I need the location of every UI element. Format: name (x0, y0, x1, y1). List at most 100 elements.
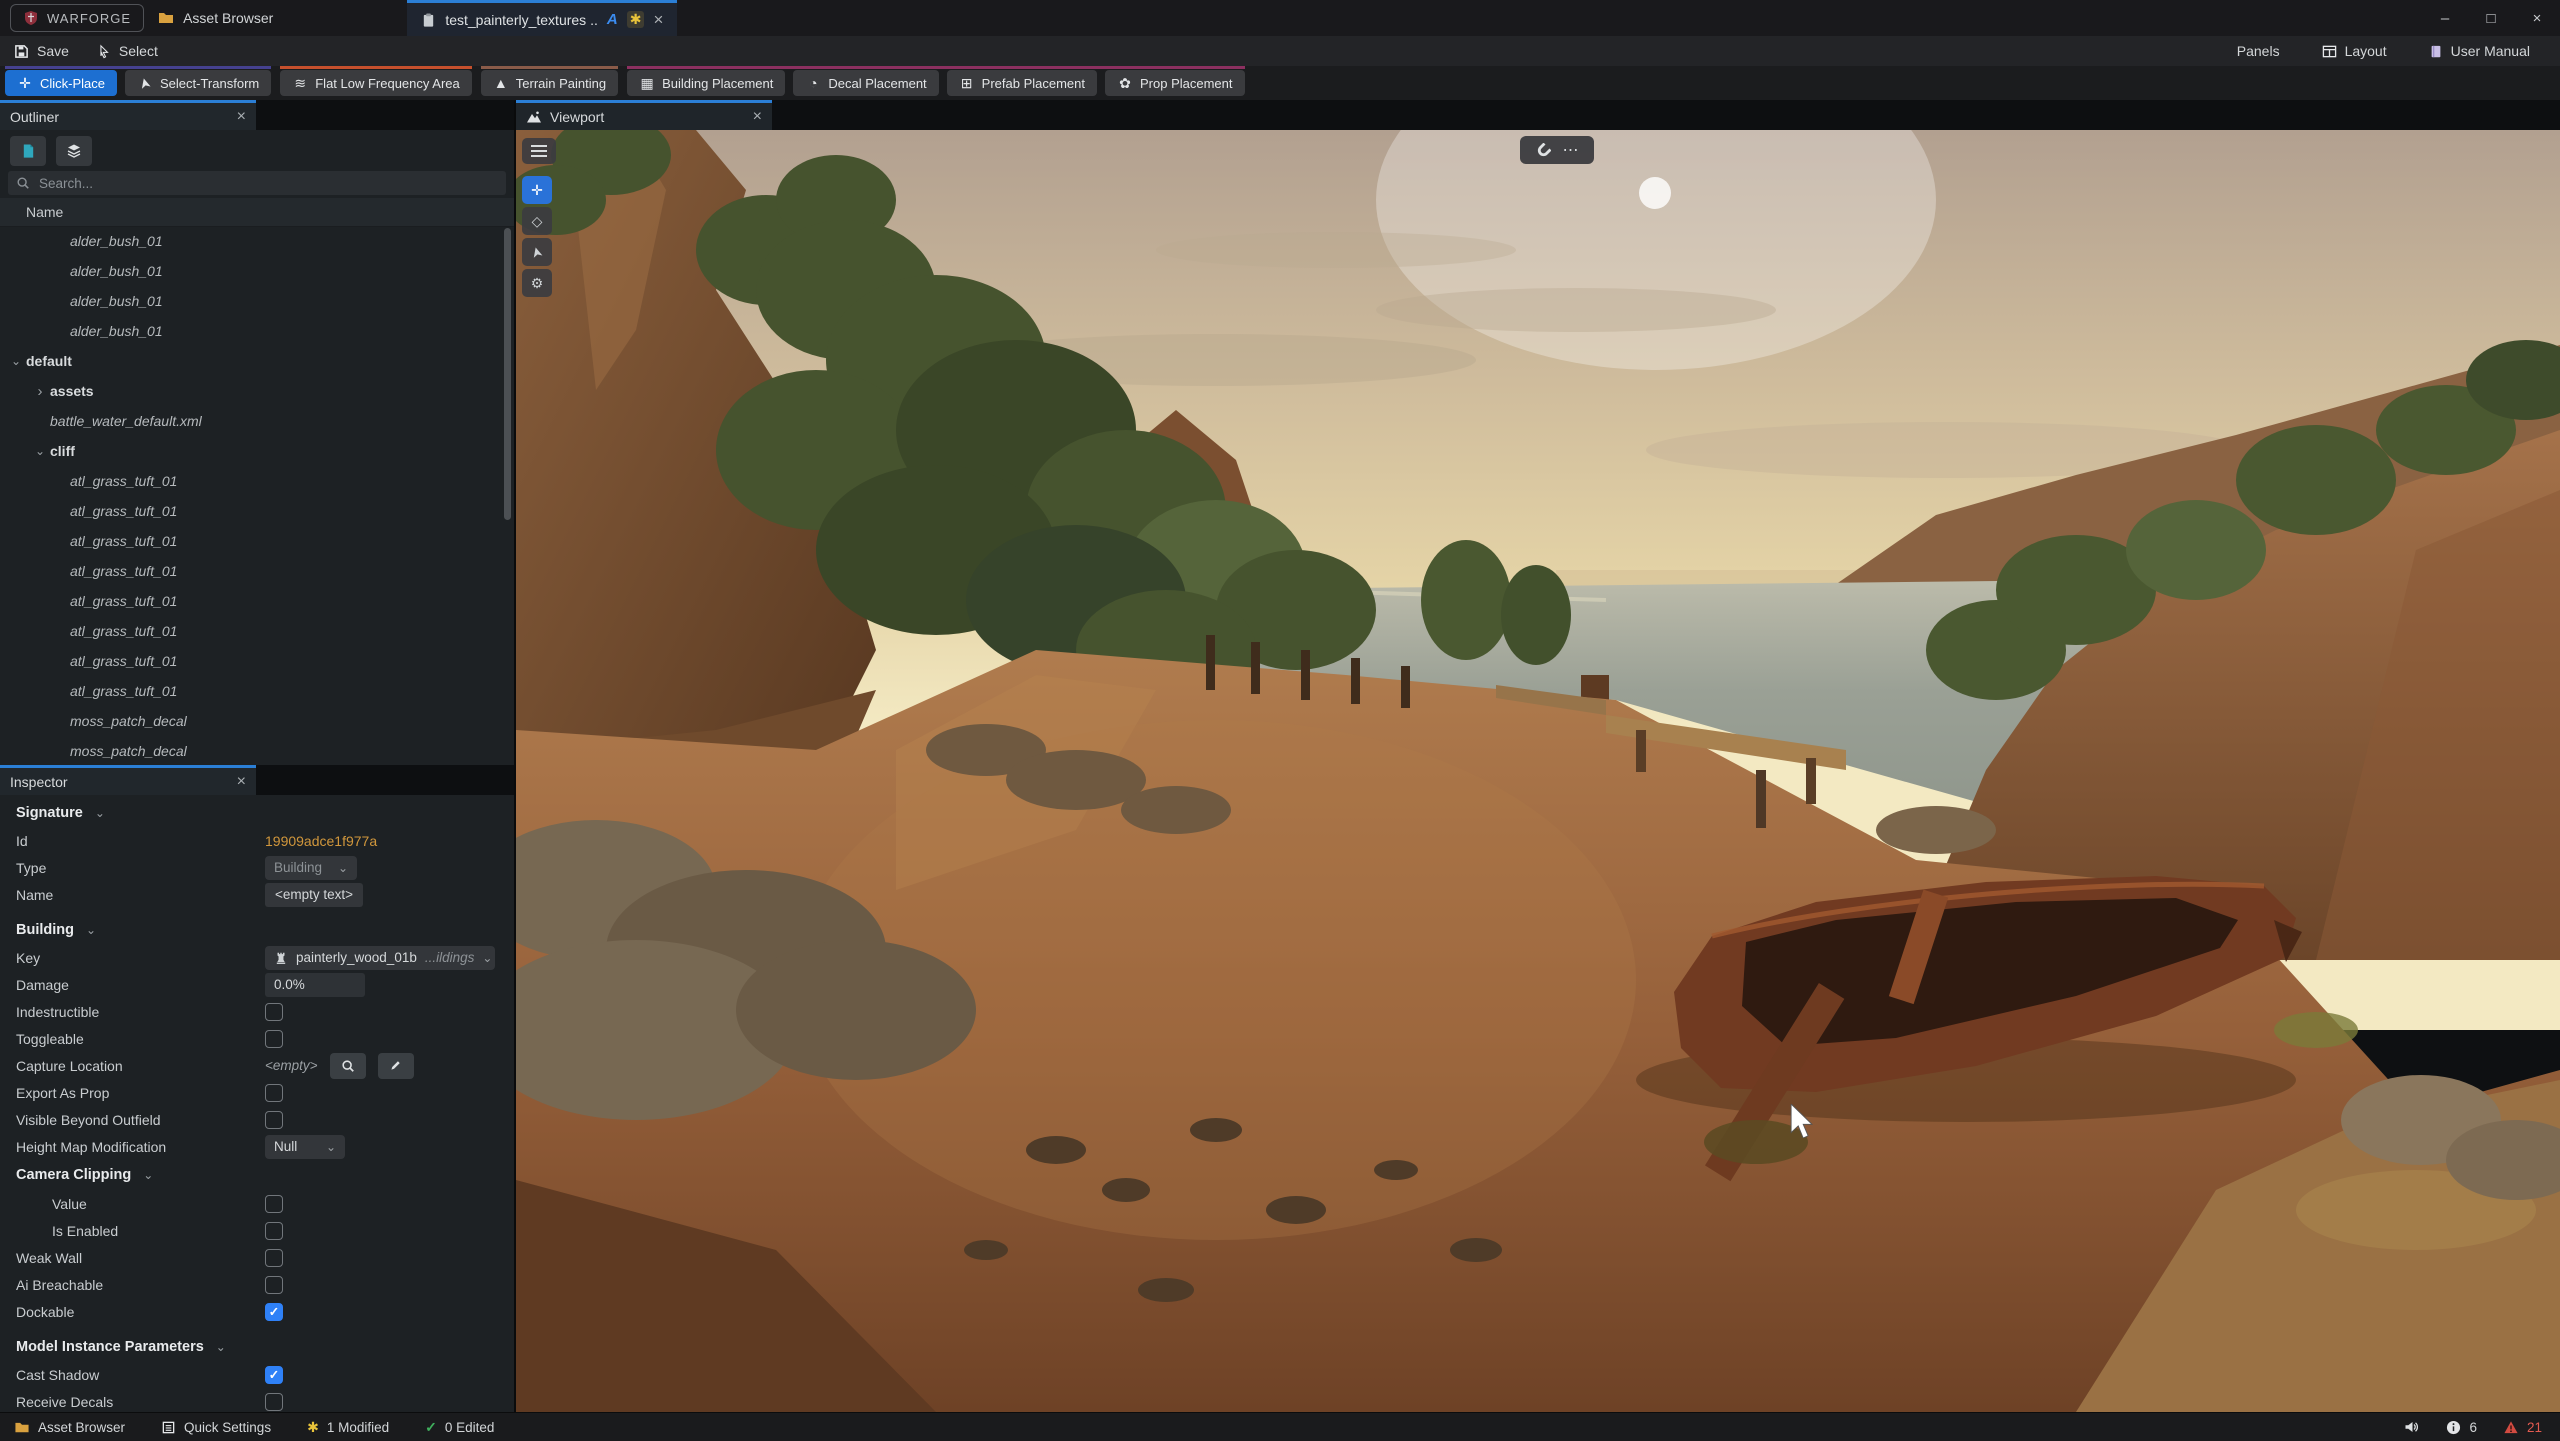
section-chevron-icon[interactable]: ⌄ (95, 806, 105, 820)
tool-mode-button[interactable]: ➤Select-Transform (125, 70, 271, 96)
cube-tool-button[interactable]: ◇ (522, 207, 552, 235)
click-place-tool-button[interactable]: ✛ (522, 176, 552, 204)
inspector-row: Type ⌄ Building Building Building Buildi… (0, 854, 514, 881)
statusbar-asset-browser[interactable]: Asset Browser (14, 1420, 125, 1435)
tree-item[interactable]: assets (0, 376, 514, 406)
inspector-input[interactable]: 0.0% (265, 973, 365, 997)
tree-item[interactable]: cliff (0, 436, 514, 466)
modified-asterisk-icon: ✱ (307, 1419, 319, 1436)
tab-viewport[interactable]: Viewport × (516, 100, 772, 130)
app-logo-button[interactable]: WARFORGE (10, 4, 144, 32)
tree-item[interactable]: atl_grass_tuft_01 (0, 466, 514, 496)
inspector-checkbox[interactable] (265, 1084, 283, 1102)
viewport-scene[interactable] (516, 130, 2560, 1412)
save-button[interactable]: Save (0, 43, 83, 59)
tree-item[interactable]: atl_grass_tuft_01 (0, 496, 514, 526)
inspector-checkbox[interactable] (265, 1195, 283, 1213)
settings-tool-button[interactable]: ⚙ (522, 269, 552, 297)
tree-chevron-icon[interactable] (30, 444, 50, 458)
inspector-checkbox[interactable] (265, 1111, 283, 1129)
section-chevron-icon[interactable]: ⌄ (86, 923, 96, 937)
close-icon[interactable]: × (753, 108, 762, 126)
select-tool-button[interactable]: ➤ (522, 238, 552, 266)
tree-item[interactable]: atl_grass_tuft_01 (0, 586, 514, 616)
outliner-title: Outliner (10, 109, 229, 125)
tab-inspector[interactable]: Inspector × (0, 765, 256, 795)
volume-button[interactable] (2403, 1419, 2420, 1435)
inspector-checkbox[interactable] (265, 1030, 283, 1048)
capture-search-button[interactable] (330, 1053, 366, 1079)
inspector-dropdown[interactable]: Null (265, 1135, 345, 1159)
tree-chevron-icon[interactable] (6, 354, 26, 368)
tab-alert-a-icon: A (607, 11, 618, 28)
tool-mode-button[interactable]: ▲Terrain Painting (481, 70, 618, 96)
inspector-dropdown[interactable]: painterly_wood_01b ...ildings (265, 946, 495, 970)
inspector-row-label: Export As Prop (16, 1085, 109, 1101)
layers-view-button[interactable] (56, 136, 92, 166)
tree-item[interactable]: atl_grass_tuft_01 (0, 676, 514, 706)
tree-item[interactable]: alder_bush_01 (0, 256, 514, 286)
tree-item-label: atl_grass_tuft_01 (70, 593, 177, 609)
tree-item[interactable]: moss_patch_decal (0, 736, 514, 765)
inspector-checkbox[interactable] (265, 1393, 283, 1411)
tool-mode-button[interactable]: ≋Flat Low Frequency Area (280, 70, 472, 96)
name-column-header[interactable]: Name (0, 198, 514, 227)
section-chevron-icon[interactable]: ⌄ (216, 1340, 226, 1354)
close-icon[interactable]: × (237, 773, 246, 791)
inspector-value-button[interactable]: <empty text> (265, 883, 363, 907)
capture-edit-button[interactable] (378, 1053, 414, 1079)
tab-document[interactable]: test_painterly_textures .. A ✱ × (407, 0, 677, 36)
select-menu[interactable]: Select (83, 43, 172, 59)
outliner-scrollbar[interactable] (504, 228, 511, 520)
tool-mode-button[interactable]: ⊞Prefab Placement (947, 70, 1097, 96)
info-count[interactable]: 6 (2446, 1420, 2477, 1435)
tree-item-label: atl_grass_tuft_01 (70, 683, 177, 699)
tab-close-icon[interactable]: × (653, 10, 663, 30)
tree-item[interactable]: alder_bush_01 (0, 316, 514, 346)
inspector-dropdown[interactable]: Building (265, 856, 357, 880)
tool-mode-button[interactable]: ✿Prop Placement (1105, 70, 1245, 96)
inspector-checkbox[interactable] (265, 1249, 283, 1267)
minimize-button[interactable]: – (2422, 0, 2468, 36)
statusbar-modified[interactable]: ✱ 1 Modified (307, 1419, 389, 1436)
more-options-icon[interactable]: ⋯ (1563, 140, 1579, 160)
tree-item[interactable]: atl_grass_tuft_01 (0, 556, 514, 586)
tree-item[interactable]: alder_bush_01 (0, 226, 514, 256)
inspector-checkbox[interactable] (265, 1003, 283, 1021)
search-input[interactable] (37, 175, 498, 192)
document-view-button[interactable] (10, 136, 46, 166)
tree-item[interactable]: battle_water_default.xml (0, 406, 514, 436)
section-chevron-icon[interactable]: ⌄ (143, 1168, 153, 1182)
tab-outliner[interactable]: Outliner × (0, 100, 256, 130)
inspector-row-label: Ai Breachable (16, 1277, 103, 1293)
user-manual-button[interactable]: User Manual (2415, 43, 2544, 59)
close-icon[interactable]: × (237, 108, 246, 126)
warning-count[interactable]: 21 (2503, 1420, 2542, 1435)
viewport-menu-button[interactable] (522, 138, 556, 164)
statusbar-edited[interactable]: ✓ 0 Edited (425, 1419, 494, 1436)
cursor-icon: ➤ (527, 244, 546, 260)
tab-asset-browser[interactable]: Asset Browser (144, 0, 287, 36)
statusbar-quick-settings[interactable]: Quick Settings (161, 1420, 271, 1435)
tree-chevron-icon[interactable] (30, 383, 50, 400)
inspector-checkbox[interactable] (265, 1276, 283, 1294)
maximize-button[interactable]: □ (2468, 0, 2514, 36)
tree-item[interactable]: moss_patch_decal (0, 706, 514, 736)
panels-button[interactable]: Panels (2223, 43, 2294, 59)
tree-item[interactable]: default (0, 346, 514, 376)
tree-item[interactable]: atl_grass_tuft_01 (0, 526, 514, 556)
inspector-checkbox[interactable] (265, 1222, 283, 1240)
tool-mode-button[interactable]: ▦Building Placement (627, 70, 785, 96)
tool-mode-button[interactable]: ✛Click-Place (5, 70, 117, 96)
tool-mode-button[interactable]: ◔Decal Placement (793, 70, 938, 96)
layout-button[interactable]: Layout (2308, 43, 2401, 59)
inspector-checkbox[interactable] (265, 1366, 283, 1384)
tree-item[interactable]: alder_bush_01 (0, 286, 514, 316)
inspector-checkbox[interactable] (265, 1303, 283, 1321)
outliner-search[interactable] (8, 171, 506, 195)
magnet-icon[interactable] (1536, 143, 1551, 158)
tree-item[interactable]: atl_grass_tuft_01 (0, 646, 514, 676)
close-button[interactable]: × (2514, 0, 2560, 36)
tree-item[interactable]: atl_grass_tuft_01 (0, 616, 514, 646)
app-name: WARFORGE (47, 11, 131, 26)
